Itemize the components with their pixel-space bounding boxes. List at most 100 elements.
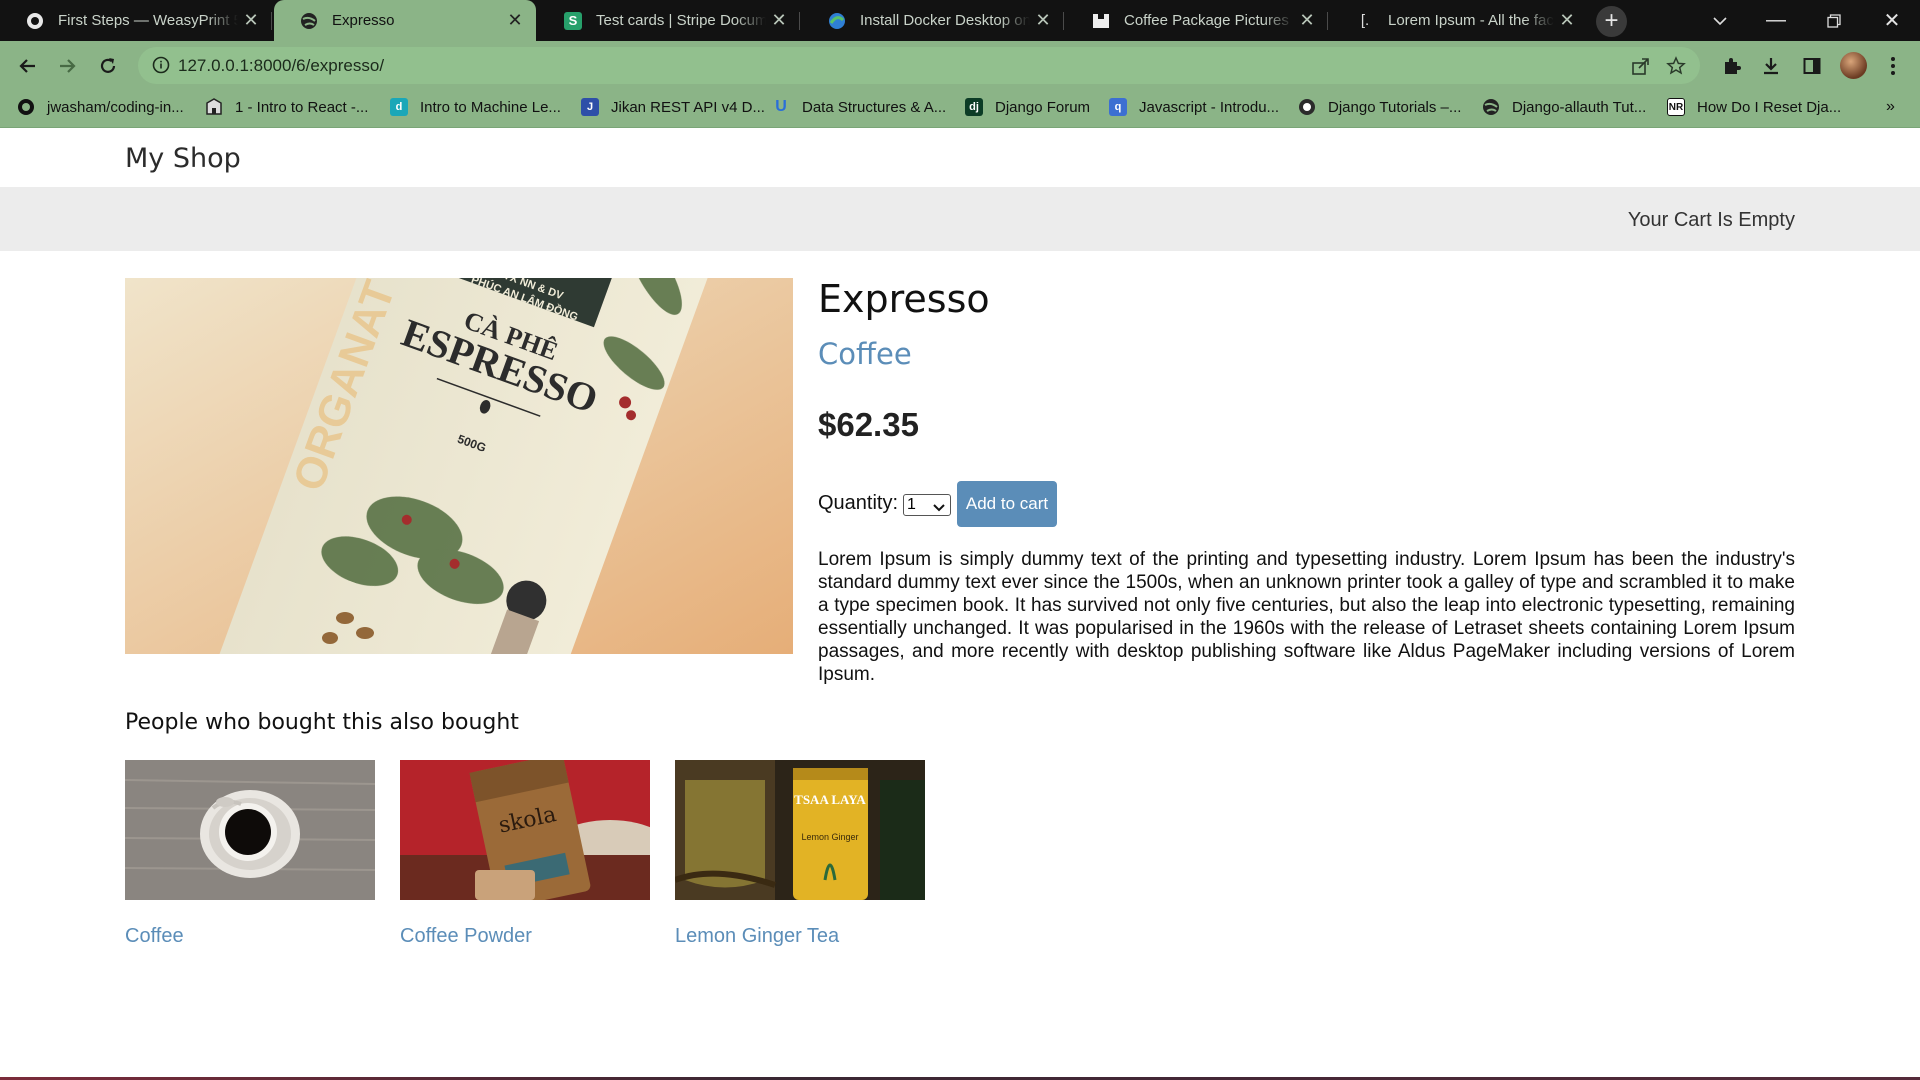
- tab-title: Coffee Package Pictures | Download: [1124, 12, 1294, 29]
- tab-title: Lorem Ipsum - All the facts - Lipsum: [1388, 12, 1554, 29]
- close-tab-icon[interactable]: ✕: [1030, 10, 1056, 31]
- recommendation-card[interactable]: Coffee: [125, 760, 375, 948]
- bookmark-star-icon[interactable]: [1666, 56, 1686, 81]
- profile-avatar[interactable]: [1840, 52, 1867, 79]
- bookmark-item[interactable]: Django-allauth Tut...: [1482, 96, 1646, 118]
- can-brand-text: TSAA LAYA: [794, 792, 866, 807]
- dj-icon: dj: [965, 98, 983, 116]
- github-icon: [17, 98, 35, 116]
- extensions-icon[interactable]: [1718, 52, 1746, 80]
- shop-brand-link[interactable]: My Shop: [125, 143, 241, 174]
- recommendation-link[interactable]: Coffee: [125, 925, 375, 948]
- q-icon: q: [1109, 98, 1127, 116]
- restore-button[interactable]: [1806, 0, 1862, 41]
- close-tab-icon[interactable]: ✕: [502, 10, 528, 31]
- close-tab-icon[interactable]: ✕: [1294, 10, 1320, 31]
- school-icon: [205, 98, 223, 116]
- minimize-button[interactable]: —: [1748, 0, 1804, 41]
- recommendation-link[interactable]: Coffee Powder: [400, 925, 650, 948]
- can-sub-text: Lemon Ginger: [801, 832, 858, 842]
- product-description: Lorem Ipsum is simply dummy text of the …: [818, 549, 1795, 685]
- cart-status: Your Cart Is Empty: [1627, 209, 1795, 231]
- nr-icon: NR: [1667, 98, 1685, 116]
- add-to-cart-button[interactable]: Add to cart: [957, 481, 1057, 527]
- edge-icon: [828, 12, 846, 30]
- tab-coffee-pictures[interactable]: Coffee Package Pictures | Download ✕: [1066, 0, 1328, 41]
- bookmark-label: Intro to Machine Le...: [420, 98, 561, 116]
- github-icon: [26, 12, 44, 30]
- side-panel-icon[interactable]: [1798, 52, 1826, 80]
- globe-icon: [1482, 98, 1500, 116]
- address-bar[interactable]: 127.0.0.1:8000/6/expresso/: [138, 47, 1700, 84]
- j-icon: J: [581, 98, 599, 116]
- recommendation-card[interactable]: skola Coffee Powder: [400, 760, 650, 948]
- bookmark-item[interactable]: 1 - Intro to React -...: [205, 96, 368, 118]
- recommendations-heading: People who bought this also bought: [125, 710, 519, 735]
- product-title: Expresso: [818, 277, 990, 321]
- tab-expresso[interactable]: Expresso ✕: [274, 0, 536, 41]
- back-button[interactable]: [13, 51, 43, 81]
- bookmark-item[interactable]: jwasham/coding-in...: [17, 96, 184, 118]
- tab-weasyprint[interactable]: First Steps — WeasyPrint 57 ✕: [0, 0, 272, 41]
- reload-button[interactable]: [93, 51, 123, 81]
- tab-stripe[interactable]: S Test cards | Stripe Documentation ✕: [538, 0, 800, 41]
- bookmark-item[interactable]: J Jikan REST API v4 D...: [581, 96, 765, 118]
- quantity-select[interactable]: 1: [903, 494, 951, 516]
- bookmark-label: jwasham/coding-in...: [47, 98, 184, 116]
- close-tab-icon[interactable]: ✕: [1554, 10, 1580, 31]
- recommendation-link[interactable]: Lemon Ginger Tea: [675, 925, 925, 948]
- tab-title: Test cards | Stripe Documentation: [596, 12, 766, 29]
- tab-title: Expresso: [332, 12, 395, 29]
- u-icon: U: [775, 98, 787, 115]
- close-tab-icon[interactable]: ✕: [766, 10, 792, 31]
- bookmark-item[interactable]: dj Django Forum: [965, 96, 1090, 118]
- bookmark-item[interactable]: U Data Structures & A...: [772, 96, 946, 118]
- forward-button[interactable]: [52, 51, 82, 81]
- tab-title: Install Docker Desktop on Windows: [860, 12, 1030, 29]
- close-tab-icon[interactable]: ✕: [238, 10, 264, 31]
- tab-docker[interactable]: Install Docker Desktop on Windows ✕: [802, 0, 1064, 41]
- url-text: 127.0.0.1:8000/6/expresso/: [178, 56, 385, 75]
- site-info-icon[interactable]: [152, 56, 170, 79]
- close-window-button[interactable]: ✕: [1864, 0, 1920, 41]
- bookmark-item[interactable]: Django Tutorials –...: [1298, 96, 1461, 118]
- d-icon: d: [390, 98, 408, 116]
- unsplash-icon: [1092, 12, 1110, 30]
- tab-strip: First Steps — WeasyPrint 57 ✕ Expresso ✕…: [0, 0, 1920, 41]
- page-content: My Shop Your Cart Is Empty HTX NN & DV P…: [0, 129, 1920, 1080]
- tab-lorem[interactable]: [. Lorem Ipsum - All the facts - Lipsum …: [1330, 0, 1588, 41]
- bookmark-label: Javascript - Introdu...: [1139, 98, 1280, 116]
- bookmark-label: 1 - Intro to React -...: [235, 98, 369, 116]
- bookmarks-overflow-icon[interactable]: »: [1886, 96, 1895, 118]
- recommendation-card[interactable]: TSAA LAYA Lemon Ginger Lemon Ginger Tea: [675, 760, 925, 948]
- bookmark-item[interactable]: NR How Do I Reset Dja...: [1667, 96, 1841, 118]
- stripe-icon: S: [564, 11, 582, 30]
- product-category-link[interactable]: Coffee: [818, 337, 912, 371]
- quantity-value: 1: [907, 496, 916, 513]
- chevron-down-icon: [933, 500, 945, 518]
- bookmark-label: Django Tutorials –...: [1328, 98, 1462, 116]
- bookmark-label: Jikan REST API v4 D...: [611, 98, 765, 116]
- quantity-label: Quantity:: [818, 492, 899, 514]
- product-image: HTX NN & DV PHÚC AN LÂM ĐỒNG CÀ PHÊ ESPR…: [125, 278, 793, 654]
- bookmark-label: Data Structures & A...: [802, 98, 947, 116]
- bookmark-label: Django Forum: [995, 98, 1091, 116]
- menu-icon[interactable]: [1879, 52, 1907, 80]
- recommendation-image[interactable]: TSAA LAYA Lemon Ginger: [675, 760, 925, 900]
- tab-search-icon[interactable]: [1692, 0, 1748, 41]
- download-icon[interactable]: [1757, 52, 1785, 80]
- bookmark-item[interactable]: q Javascript - Introdu...: [1109, 96, 1279, 118]
- recommendation-image[interactable]: skola: [400, 760, 650, 900]
- bookmark-label: How Do I Reset Dja...: [1697, 98, 1842, 116]
- bookmark-item[interactable]: d Intro to Machine Le...: [390, 96, 561, 118]
- bookmark-label: Django-allauth Tut...: [1512, 98, 1647, 116]
- lipsum-icon: [.: [1360, 12, 1370, 29]
- product-price: $62.35: [818, 406, 919, 443]
- python-icon: [1298, 98, 1316, 116]
- tab-title: First Steps — WeasyPrint 57: [58, 12, 238, 29]
- new-tab-button[interactable]: +: [1596, 6, 1627, 37]
- cart-bar: Your Cart Is Empty: [0, 187, 1920, 251]
- recommendation-image[interactable]: [125, 760, 375, 900]
- share-icon[interactable]: [1631, 56, 1651, 81]
- globe-icon: [300, 12, 318, 30]
